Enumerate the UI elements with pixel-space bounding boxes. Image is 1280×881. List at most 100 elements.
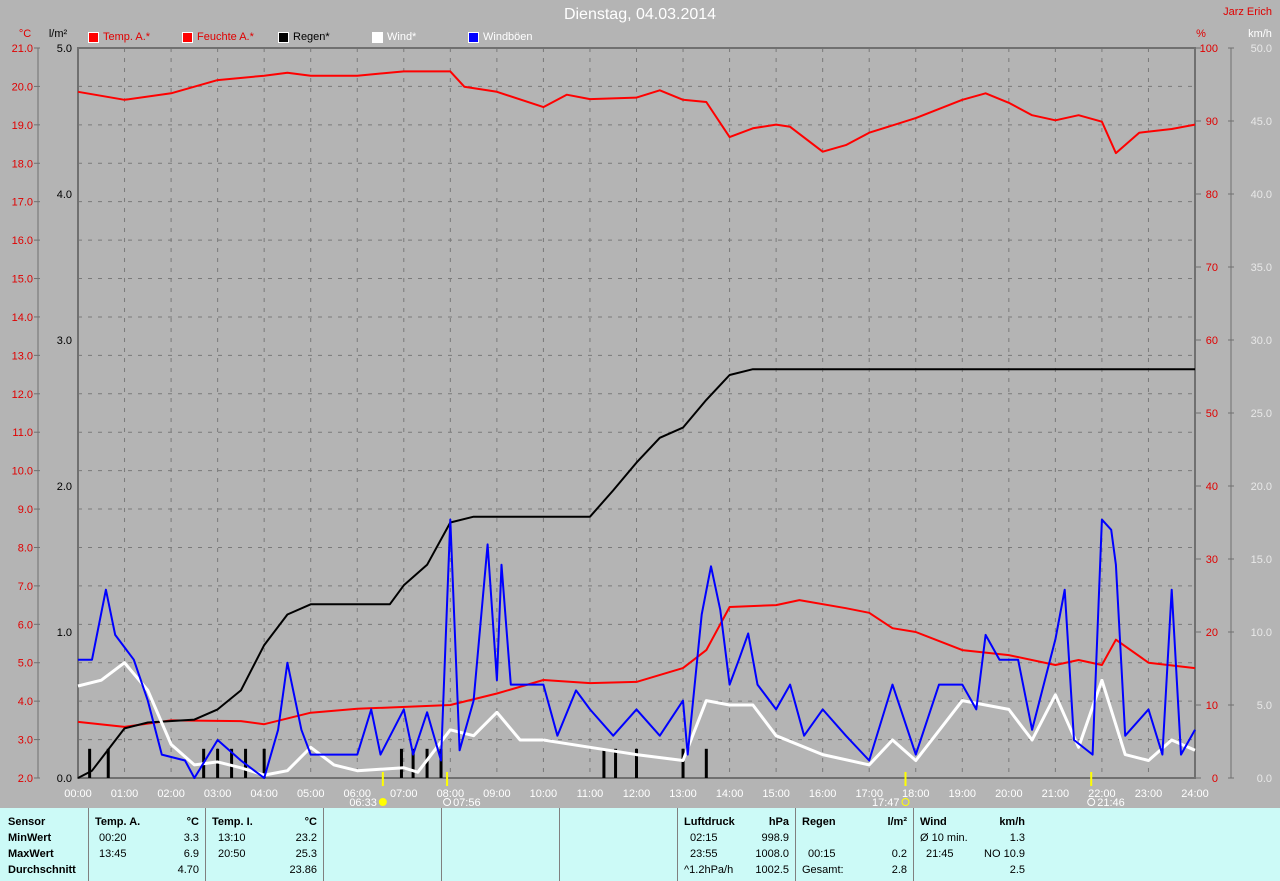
avg-value: 2.5 (1009, 864, 1025, 876)
legend-swatch-wind (372, 31, 383, 43)
legend-label: Wind* (387, 31, 417, 43)
max-time: 13:45 (99, 848, 127, 860)
x-tick-label: 12:00 (623, 788, 651, 800)
moonrise-time: 07:56 (453, 797, 481, 808)
legend-wind: Wind* (372, 31, 416, 43)
rain-tick-label: 0.0 (57, 773, 72, 785)
x-tick-label: 21:00 (1042, 788, 1070, 800)
stats-col-empty (323, 808, 441, 881)
x-tick-label: 02:00 (157, 788, 185, 800)
rain-bar (399, 748, 403, 778)
humidity-tick-label: 50 (1206, 408, 1218, 420)
col-header: Temp. I. (212, 816, 253, 828)
max-value: 6.9 (183, 848, 199, 860)
temp-tick-label: 10.0 (12, 466, 33, 478)
avg-value: 4.70 (177, 864, 199, 876)
x-tick-label: 19:00 (949, 788, 977, 800)
temp-tick-label: 21.0 (12, 43, 33, 55)
max-time: 00:15 (808, 848, 836, 860)
humidity-tick-label: 60 (1206, 335, 1218, 347)
sunrise-time: 06:33 (349, 797, 377, 808)
legend-label: Temp. A.* (103, 31, 151, 43)
humidity-tick-label: 10 (1206, 700, 1218, 712)
pressure-trend: ^1.2hPa/h (684, 864, 734, 876)
temp-axis-unit: °C (19, 28, 31, 40)
col-unit: °C (186, 816, 199, 828)
legend-label: Feuchte A.* (197, 31, 254, 43)
legend-rain: Regen* (278, 31, 330, 43)
x-tick-label: 13:00 (669, 788, 697, 800)
min-time: 00:20 (99, 832, 127, 844)
max-value: 0.2 (891, 848, 907, 860)
col-header: Temp. A. (95, 816, 141, 828)
row-label-sensor: Sensor (8, 816, 46, 828)
rain-tick-label: 3.0 (57, 335, 72, 347)
x-tick-label: 04:00 (250, 788, 278, 800)
stats-table: Sensor MinWert MaxWert Durchschnitt Temp… (0, 808, 1280, 881)
max-time: 21:45 (926, 848, 954, 860)
temp-tick-label: 2.0 (18, 773, 33, 785)
wind-tick-label: 45.0 (1251, 116, 1272, 128)
wind-tick-label: 35.0 (1251, 262, 1272, 274)
rain-bar (106, 748, 110, 778)
col-unit: km/h (999, 816, 1025, 828)
sunrise-icon (378, 798, 387, 806)
temp-tick-label: 12.0 (12, 389, 33, 401)
rain-tick-label: 4.0 (57, 189, 72, 201)
temp-tick-label: 15.0 (12, 274, 33, 286)
x-tick-label: 23:00 (1135, 788, 1163, 800)
x-tick-label: 20:00 (995, 788, 1023, 800)
total-label: Gesamt: (802, 864, 844, 876)
total-value: 2.8 (891, 864, 907, 876)
temp-tick-label: 11.0 (12, 427, 33, 439)
max-time: 20:50 (218, 848, 246, 860)
avg-value: 1002.5 (755, 864, 789, 876)
chart-title: Dienstag, 04.03.2014 (563, 6, 717, 23)
rain-bar (681, 748, 685, 778)
stats-col-temp-i: Temp. I. °C 13:10 23.2 20:50 25.3 23.86 (205, 808, 323, 881)
col-header: Luftdruck (684, 816, 735, 828)
legend-gusts: Windböen (468, 31, 533, 43)
humidity-tick-label: 0 (1212, 773, 1218, 785)
max-time: 23:55 (690, 848, 718, 860)
x-tick-label: 10:00 (530, 788, 558, 800)
temp-tick-label: 4.0 (18, 696, 33, 708)
x-tick-label: 11:00 (577, 788, 604, 800)
x-tick-label: 15:00 (762, 788, 790, 800)
wind-tick-label: 15.0 (1251, 554, 1272, 566)
wind-tick-label: 40.0 (1251, 189, 1272, 201)
temp-tick-label: 13.0 (12, 350, 33, 362)
x-tick-label: 00:00 (64, 788, 92, 800)
wind-tick-label: 50.0 (1251, 43, 1272, 55)
temp-tick-label: 18.0 (12, 158, 33, 170)
stats-col-wind: Wind km/h Ø 10 min. 1.3 21:45 NO 10.9 2.… (913, 808, 1031, 881)
humidity-tick-label: 80 (1206, 189, 1218, 201)
x-tick-label: 05:00 (297, 788, 325, 800)
legend-label: Windböen (483, 31, 533, 43)
legend-swatch-humidity (182, 31, 193, 43)
col-header: Regen (802, 816, 836, 828)
humidity-tick-label: 40 (1206, 481, 1218, 493)
wind-tick-label: 20.0 (1251, 481, 1272, 493)
stats-col-pressure: Luftdruck hPa 02:15 998.9 23:55 1008.0 ^… (677, 808, 795, 881)
temp-tick-label: 14.0 (12, 312, 33, 324)
row-label-max: MaxWert (8, 848, 54, 860)
sunset-time: 17:47 (872, 797, 900, 808)
legend-swatch-temp (88, 31, 99, 43)
author-label: Jarz Erich (1223, 6, 1272, 18)
humidity-axis-unit: % (1196, 28, 1206, 40)
rain-tick-label: 2.0 (57, 481, 72, 493)
x-tick-label: 09:00 (483, 788, 511, 800)
x-tick-label: 16:00 (809, 788, 837, 800)
col-unit: °C (304, 816, 317, 828)
x-tick-label: 07:00 (390, 788, 418, 800)
wind-tick-label: 30.0 (1251, 335, 1272, 347)
stats-col-temp-a: Temp. A. °C 00:20 3.3 13:45 6.9 4.70 (88, 808, 205, 881)
col-unit: l/m² (887, 816, 907, 828)
temp-tick-label: 6.0 (18, 619, 33, 631)
temp-tick-label: 7.0 (18, 581, 33, 593)
temp-tick-label: 17.0 (12, 197, 33, 209)
temp-tick-label: 20.0 (12, 81, 33, 93)
min-time: 13:10 (218, 832, 246, 844)
temp-tick-label: 5.0 (18, 658, 33, 670)
